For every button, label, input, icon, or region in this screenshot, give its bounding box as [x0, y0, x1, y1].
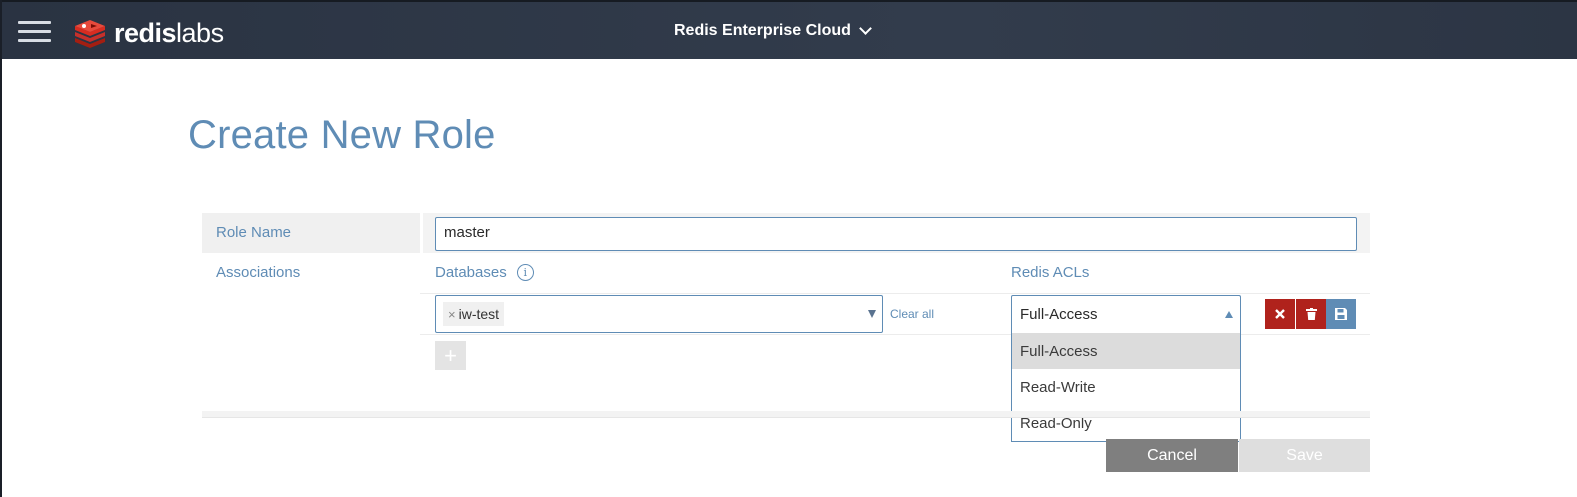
associations-label: Associations [216, 264, 301, 281]
cancel-button[interactable]: Cancel [1106, 439, 1238, 472]
database-chip-label: iw-test [458, 306, 500, 322]
page-title: Create New Role [188, 113, 496, 157]
caret-up-icon [1225, 311, 1233, 318]
close-icon [1275, 309, 1285, 319]
redislabs-logo[interactable]: redislabs [73, 17, 224, 49]
acl-option-read-write[interactable]: Read-Write [1012, 369, 1240, 405]
hamburger-icon[interactable] [18, 21, 51, 43]
role-name-input[interactable]: master [435, 217, 1357, 251]
divider [420, 293, 1370, 294]
save-button[interactable]: Save [1239, 439, 1370, 472]
clear-all-link[interactable]: Clear all [890, 307, 934, 321]
redis-acl-select[interactable]: Full-Access [1011, 295, 1241, 334]
delete-row-button[interactable] [1296, 299, 1326, 329]
acl-dropdown-menu: Full-Access Read-Write Read-Only [1011, 333, 1241, 442]
info-icon[interactable]: i [516, 264, 534, 281]
chip-remove-icon[interactable]: × [448, 307, 456, 322]
environment-switcher[interactable]: Redis Enterprise Cloud [674, 22, 872, 40]
redis-stack-logo-icon [73, 18, 107, 48]
databases-heading: Databases i [435, 264, 534, 281]
trash-icon [1305, 308, 1317, 320]
redis-acls-label: Redis ACLs [1011, 264, 1090, 281]
add-association-button[interactable]: + [435, 341, 466, 370]
top-bar: redislabs Redis Enterprise Cloud [2, 0, 1577, 59]
database-chip: × iw-test [443, 302, 505, 326]
chevron-down-icon [859, 22, 872, 35]
save-row-button[interactable] [1326, 299, 1356, 329]
role-name-label: Role Name [216, 224, 292, 241]
acl-option-full-access[interactable]: Full-Access [1012, 333, 1240, 369]
cancel-row-button[interactable] [1265, 299, 1295, 329]
caret-down-icon[interactable] [868, 310, 876, 318]
redis-acl-selected: Full-Access [1020, 306, 1098, 323]
floppy-disk-icon [1335, 308, 1347, 320]
databases-label: Databases [435, 264, 507, 281]
form-divider [202, 411, 1370, 418]
brand-name: redislabs [114, 17, 224, 48]
databases-select[interactable]: × iw-test [435, 295, 883, 333]
environment-label: Redis Enterprise Cloud [674, 22, 851, 39]
